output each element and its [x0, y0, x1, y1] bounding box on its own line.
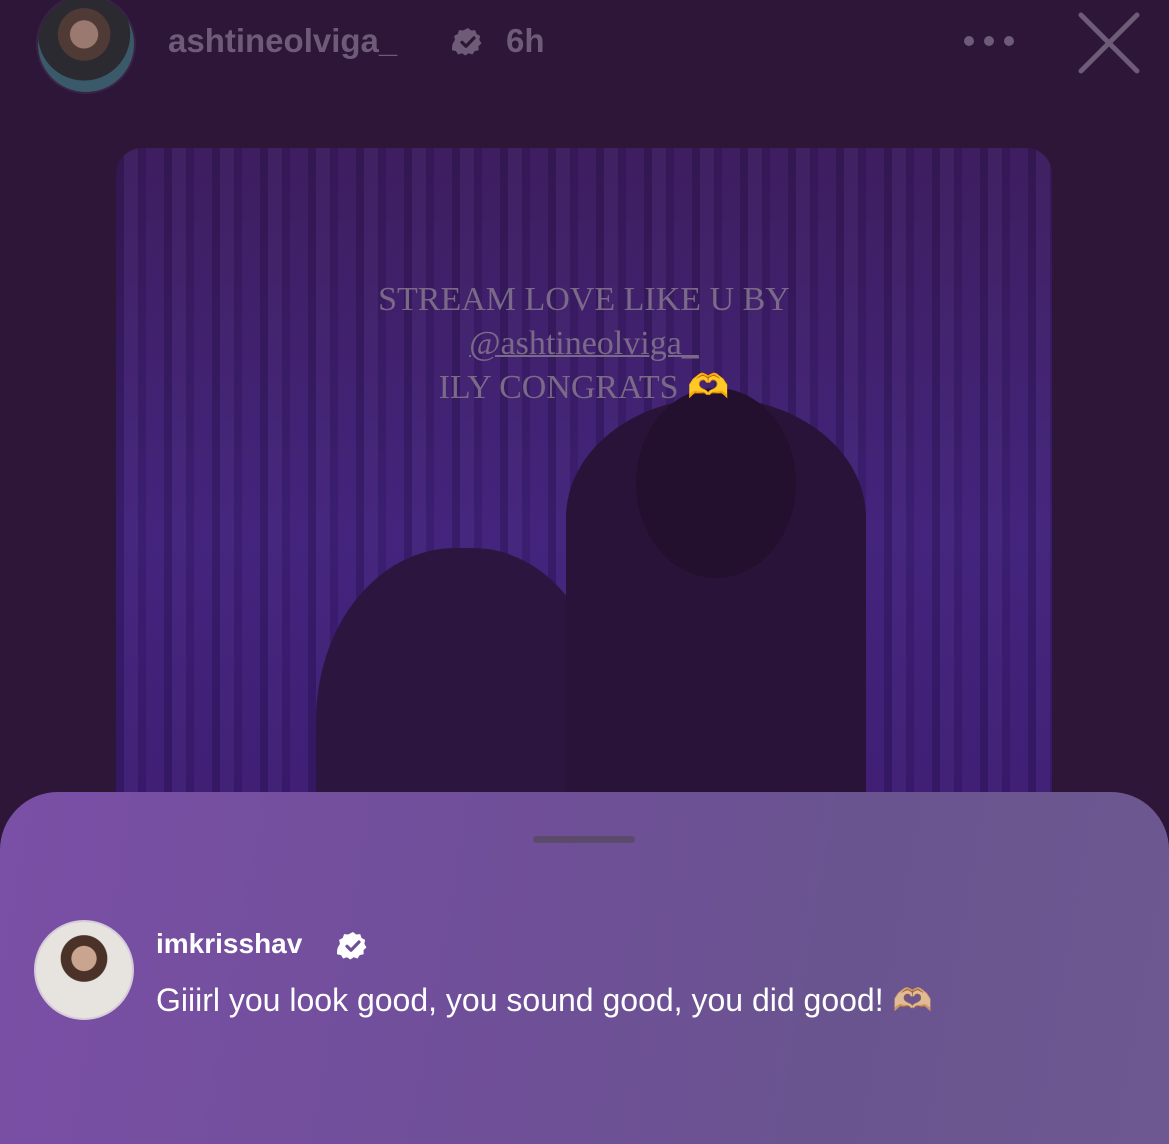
verified-badge-icon: [337, 932, 367, 960]
author-username[interactable]: ashtineolviga_: [168, 22, 397, 60]
close-icon[interactable]: [1076, 10, 1142, 76]
comment-sheet: imkrisshav Giiirl you look good, you sou…: [0, 792, 1169, 1144]
person-silhouette: [636, 388, 796, 578]
author-avatar[interactable]: [36, 0, 136, 94]
comment-text: Giiirl you look good, you sound good, yo…: [156, 982, 933, 1018]
story-caption-line: STREAM LOVE LIKE U BY: [378, 281, 790, 318]
commenter-avatar[interactable]: [34, 920, 134, 1020]
verified-badge-icon: [452, 28, 482, 56]
story-media[interactable]: STREAM LOVE LIKE U BY @ashtineolviga_ IL…: [116, 148, 1052, 848]
sheet-drag-handle[interactable]: [533, 836, 635, 843]
commenter-username[interactable]: imkrisshav: [156, 928, 302, 960]
story-header: ashtineolviga_ 6h: [0, 0, 1169, 96]
more-options-icon[interactable]: [962, 30, 1018, 54]
story-caption: STREAM LOVE LIKE U BY @ashtineolviga_ IL…: [116, 278, 1052, 410]
story-mention[interactable]: @ashtineolviga_: [469, 325, 699, 362]
post-time: 6h: [506, 22, 545, 59]
story-caption-line: ILY CONGRATS 🫶: [438, 369, 730, 406]
